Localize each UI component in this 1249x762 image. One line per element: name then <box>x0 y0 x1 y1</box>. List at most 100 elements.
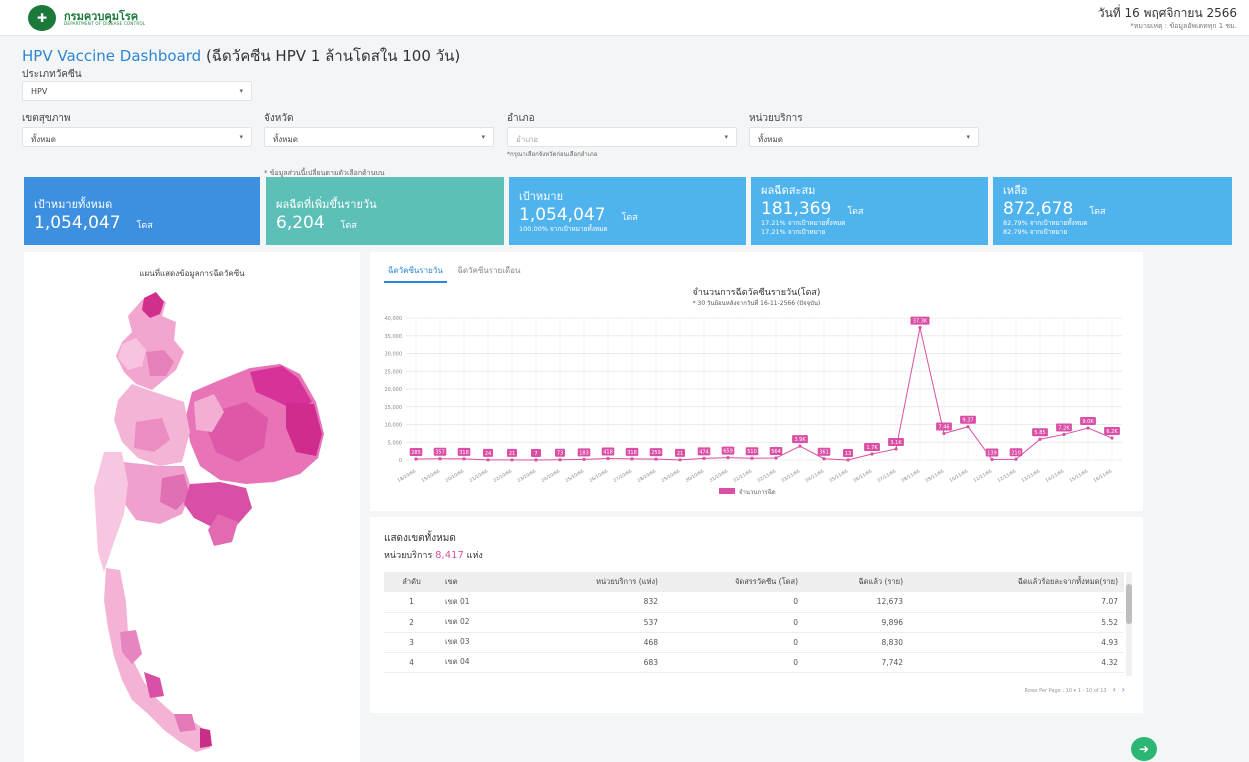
legend-label: จำนวนการฉีด <box>739 488 776 496</box>
data-point <box>606 456 610 461</box>
data-label: 357 <box>435 450 445 456</box>
cell-region: เขต 04 <box>439 652 539 673</box>
data-point <box>822 457 826 461</box>
chevron-down-icon: ▾ <box>239 87 243 95</box>
data-label: 1.7K <box>866 445 878 451</box>
table-panel: แสดงเขตทั้งหมด หน่วยบริการ 8,417 แห่ง ลำ… <box>370 517 1143 713</box>
card-value: 181,369 โดส <box>761 199 978 219</box>
x-tick-label: 21/10/66 <box>468 468 489 483</box>
cell-units: 683 <box>539 652 664 673</box>
data-label: 3.9K <box>794 437 806 443</box>
col-header[interactable]: จัดสรรวัคซีน (โดส) <box>664 572 804 592</box>
cell-allocated: 0 <box>664 632 804 653</box>
scrollbar-thumb[interactable] <box>1126 584 1132 624</box>
x-tick-label: 19/10/66 <box>420 468 441 483</box>
card-unit: โดส <box>1089 207 1106 217</box>
service-unit-value: ทั้งหมด <box>758 135 783 144</box>
vaccine-type-select[interactable]: HPV ▾ <box>22 81 252 101</box>
data-point <box>486 458 490 462</box>
card-unit: โดส <box>136 221 153 231</box>
card-title: ผลฉีดที่เพิ่มขึ้นรายวัน <box>276 198 377 211</box>
card-value-number: 6,204 <box>276 213 325 233</box>
daily-vaccination-chart: 0 5,000 10,000 15,000 20,000 25,000 30,000 35,0… <box>385 316 1122 496</box>
data-point <box>654 457 658 461</box>
data-label: 21 <box>677 451 683 457</box>
thailand-map[interactable] <box>24 252 360 762</box>
cell-index: 4 <box>384 652 439 673</box>
data-label: 73 <box>557 451 563 457</box>
table-row[interactable]: 1 เขต 01 832 0 12,673 7.07 <box>384 592 1124 613</box>
y-tick-label: 25,000 <box>385 369 403 375</box>
y-tick-label: 10,000 <box>385 423 403 429</box>
col-header[interactable]: เขต <box>439 572 539 592</box>
cell-region: เขต 03 <box>439 632 539 653</box>
legend-swatch <box>719 488 735 494</box>
x-tick-label: 08/11/66 <box>900 468 921 483</box>
data-label: 285 <box>411 450 421 456</box>
data-label: 361 <box>819 450 829 456</box>
data-label: 183 <box>579 450 589 456</box>
data-point <box>942 431 946 436</box>
data-point <box>462 457 466 461</box>
service-unit-select[interactable]: ทั้งหมด ▾ <box>749 127 979 147</box>
x-tick-label: 25/10/66 <box>564 468 585 483</box>
data-label: 318 <box>627 450 637 456</box>
table-row[interactable]: 3 เขต 03 468 0 8,830 4.93 <box>384 632 1124 653</box>
province-value: ทั้งหมด <box>273 135 298 144</box>
cell-index: 3 <box>384 632 439 653</box>
data-label: 474 <box>699 449 709 455</box>
card-title: ผลฉีดสะสม <box>761 184 816 197</box>
x-tick-label: 01/11/66 <box>732 468 753 483</box>
service-unit-label: หน่วยบริการ <box>749 113 803 124</box>
next-page-icon[interactable]: › <box>1122 685 1125 694</box>
card-title: เป้าหมาย <box>519 190 564 203</box>
table-pager: Rows Per Page : 10 ▾ 1 - 10 of 13 ‹ › <box>1025 685 1125 694</box>
data-point <box>558 458 562 462</box>
data-label: 564 <box>771 449 781 455</box>
prev-page-icon[interactable]: ‹ <box>1113 685 1116 694</box>
col-header[interactable]: ฉีดแล้ว (ราย) <box>804 572 909 592</box>
health-region-select[interactable]: ทั้งหมด ▾ <box>22 127 252 147</box>
cell-allocated: 0 <box>664 592 804 613</box>
data-label: 37.3K <box>913 319 928 325</box>
card-unit: โดส <box>340 221 357 231</box>
x-tick-label: 04/11/66 <box>804 468 825 483</box>
district-placeholder: อำเภอ <box>516 135 539 144</box>
province-select[interactable]: ทั้งหมด ▾ <box>264 127 494 147</box>
col-header[interactable]: หน่วยบริการ (แห่ง) <box>539 572 664 592</box>
logout-button[interactable]: ➜ <box>1131 737 1157 761</box>
y-tick-label: 35,000 <box>385 334 403 340</box>
x-tick-label: 12/11/66 <box>996 468 1017 483</box>
ddc-logo: ✚ <box>28 5 56 31</box>
count-value: 8,417 <box>435 550 464 561</box>
count-unit: แห่ง <box>463 551 483 561</box>
pager-text[interactable]: Rows Per Page : 10 ▾ 1 - 10 of 13 <box>1025 688 1107 694</box>
table-row[interactable]: 2 เขต 02 537 0 9,896 5.52 <box>384 612 1124 633</box>
x-tick-label: 07/11/66 <box>876 468 897 483</box>
chart-panel: ฉีดวัคซีนรายวัน ฉีดวัคซีนรายเดือน จำนวนก… <box>370 252 1143 511</box>
data-point <box>774 456 778 460</box>
col-header[interactable]: ลำดับ <box>384 572 439 592</box>
data-label: 418 <box>603 450 613 456</box>
cell-vaccinated: 9,896 <box>804 612 909 633</box>
data-label: 3.1K <box>890 440 902 446</box>
data-label: 7.2K <box>1058 425 1070 431</box>
card-value-number: 181,369 <box>761 199 832 219</box>
x-tick-label: 05/11/66 <box>828 468 849 483</box>
col-header[interactable]: ฉีดแล้วร้อยละจากทั้งหมด(ราย) <box>909 572 1124 592</box>
table-scrollbar[interactable] <box>1126 572 1132 676</box>
x-tick-label: 28/10/66 <box>636 468 657 483</box>
cell-vaccinated: 12,673 <box>804 592 909 613</box>
map-panel: แผนที่แสดงข้อมูลการฉีดวัคซีน <box>24 252 360 762</box>
data-point <box>798 444 802 448</box>
data-point <box>990 457 994 462</box>
data-point <box>582 457 586 461</box>
data-label: 6.2K <box>1106 429 1118 435</box>
table-row[interactable]: 4 เขต 04 683 0 7,742 4.32 <box>384 652 1124 673</box>
page-title: HPV Vaccine Dashboard (ฉีดวัคซีน HPV 1 ล… <box>22 44 460 68</box>
data-point <box>678 458 682 462</box>
district-select[interactable]: อำเภอ ▾ <box>507 127 737 147</box>
card-sub-2: 17.21% จากเป้าหมาย <box>761 228 826 236</box>
data-label: 9.37 <box>962 418 973 424</box>
data-point <box>726 456 730 460</box>
